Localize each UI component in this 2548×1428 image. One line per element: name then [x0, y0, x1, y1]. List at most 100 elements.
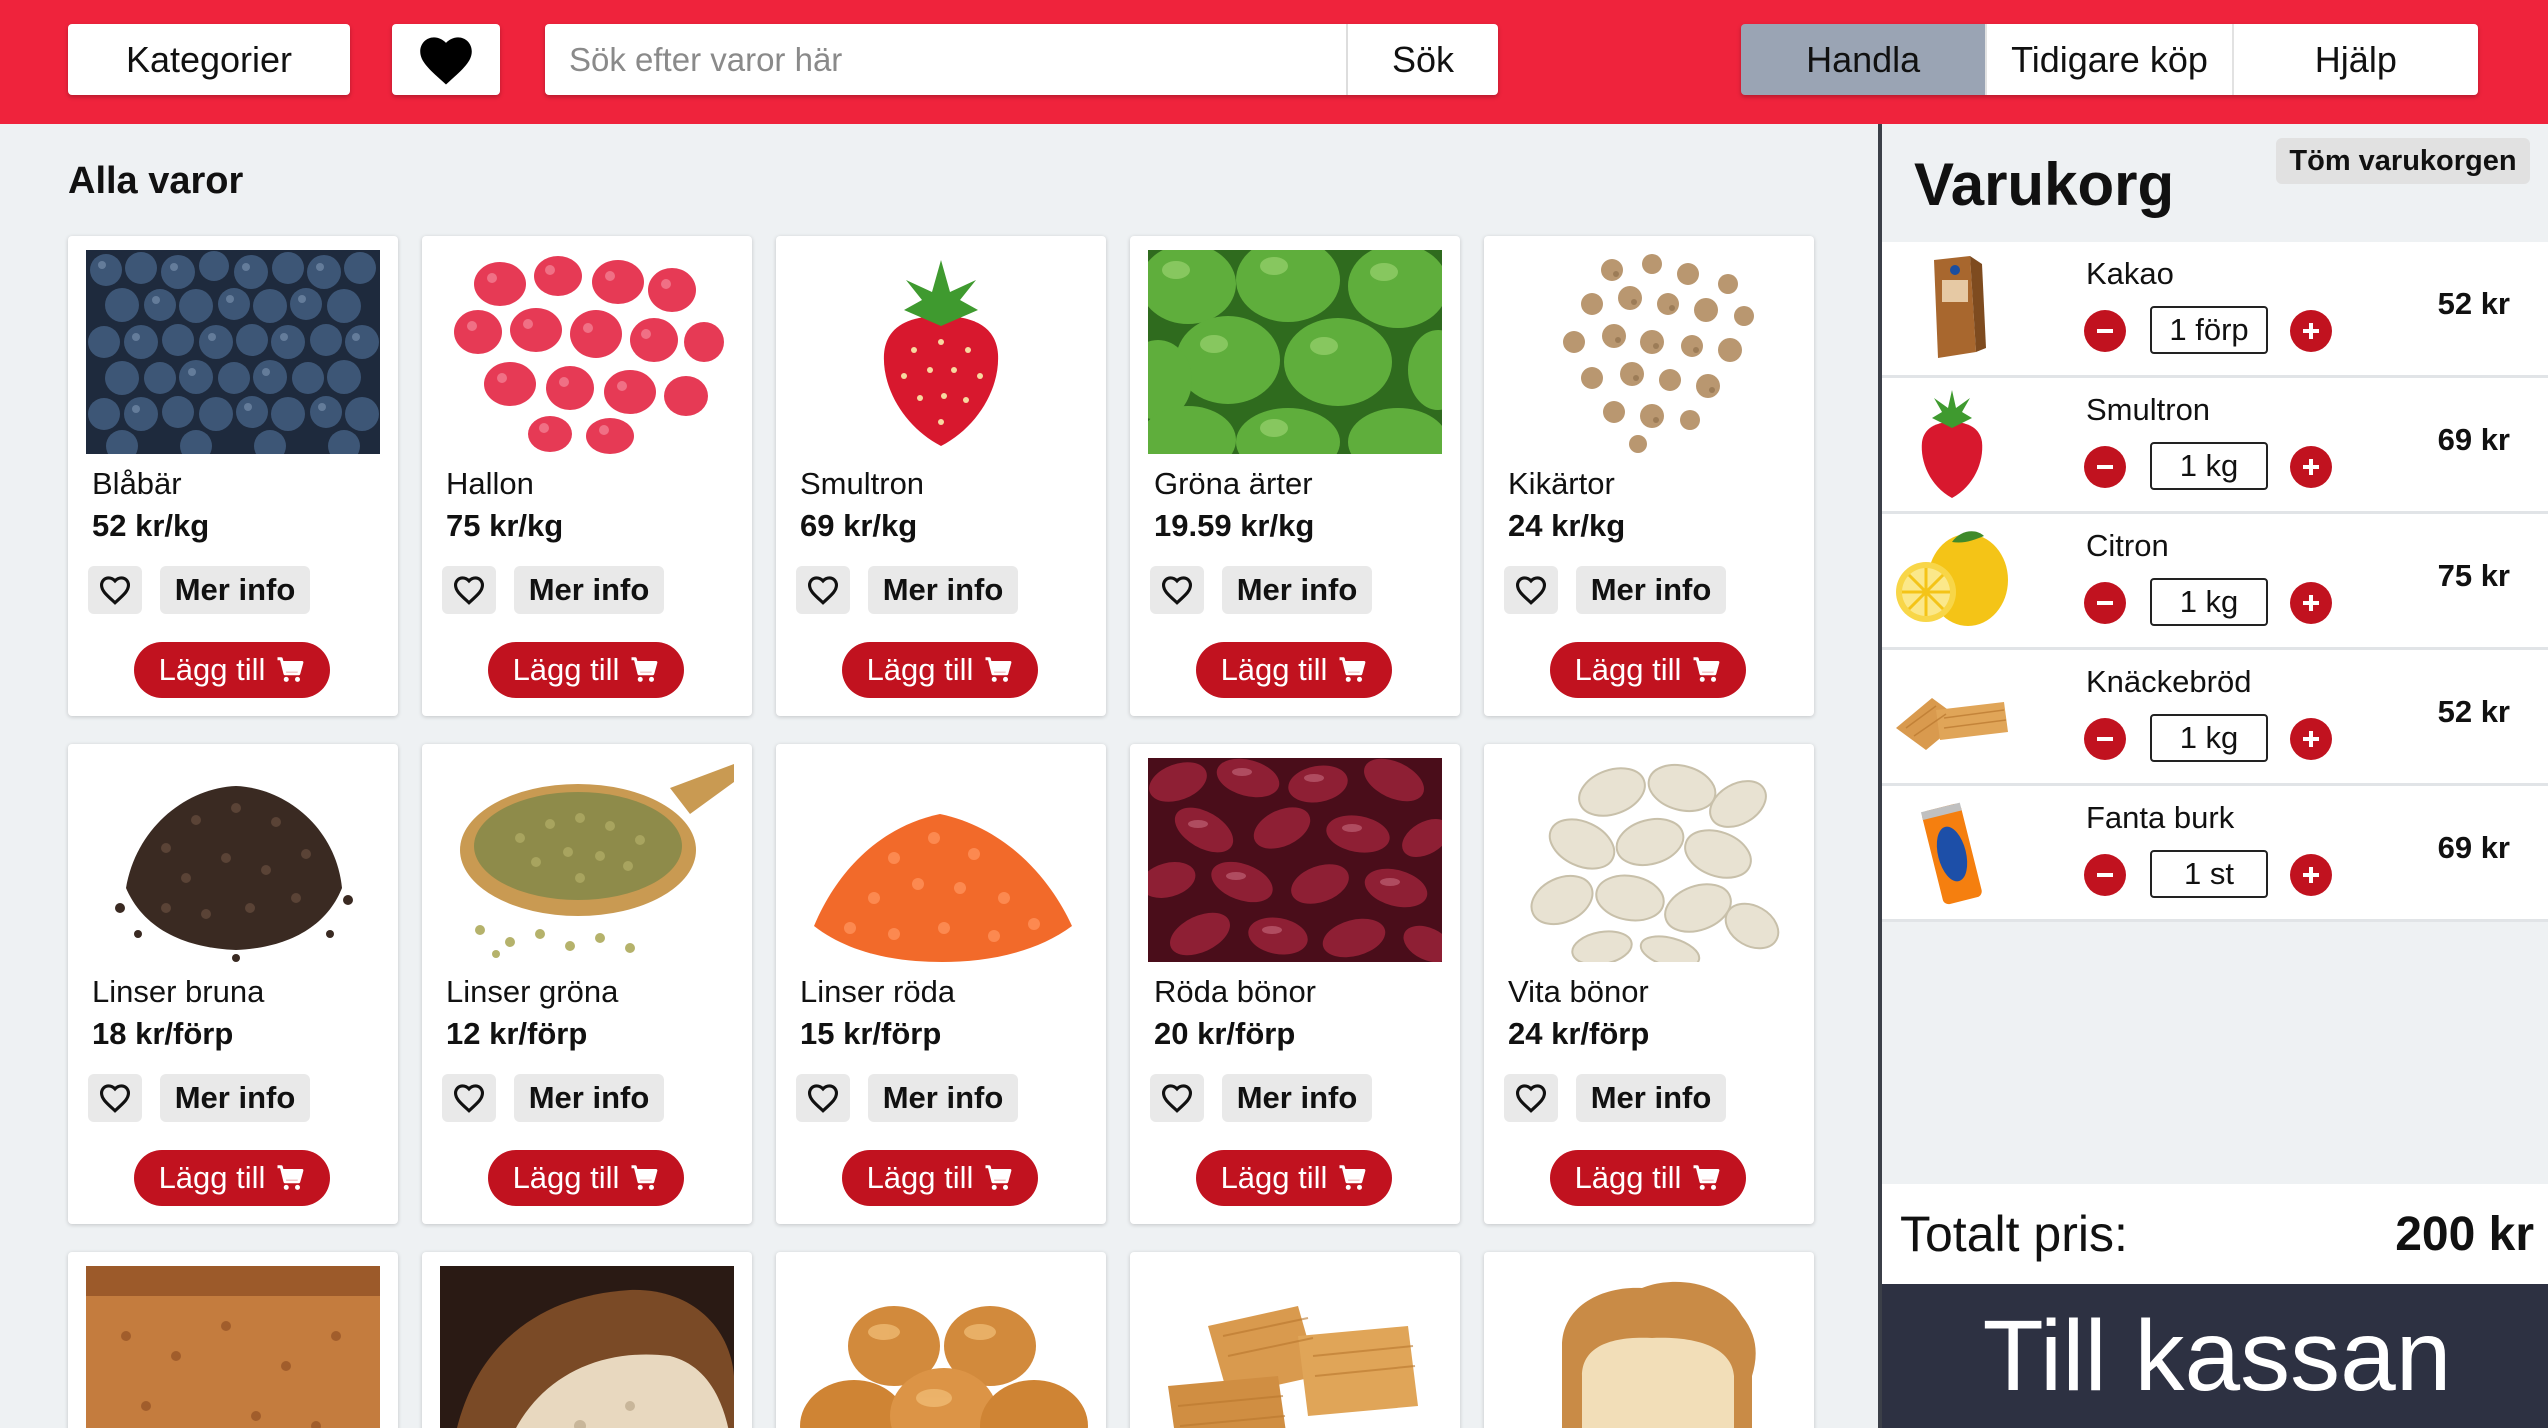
more-info-button[interactable]: Mer info [1576, 566, 1726, 614]
tab-label: Handla [1806, 38, 1921, 80]
product-card: Linser gröna 12 kr/förp Mer info Lägg ti… [422, 744, 752, 1224]
more-info-button[interactable]: Mer info [514, 566, 664, 614]
add-to-cart-button[interactable]: Lägg till [488, 642, 684, 698]
favorites-button[interactable] [392, 24, 500, 95]
product-name: Linser röda [800, 974, 956, 1009]
heart-outline-icon [807, 1084, 839, 1113]
search-button[interactable]: Sök [1346, 24, 1498, 95]
more-info-label: Mer info [528, 572, 650, 607]
add-to-cart-button[interactable]: Lägg till [134, 1150, 330, 1206]
quantity-field[interactable]: 1 kg [2150, 714, 2268, 762]
product-image-bread-rolls [794, 1266, 1088, 1428]
product-name: Gröna ärter [1154, 466, 1313, 501]
decrease-button[interactable] [2084, 310, 2126, 352]
more-info-label: Mer info [1590, 1080, 1712, 1115]
plus-icon [2303, 731, 2319, 747]
more-info-button[interactable]: Mer info [1576, 1074, 1726, 1122]
top-bar: Kategorier Sök Handla Tidigare köp Hjälp [0, 0, 2548, 124]
heart-outline-icon [1515, 1084, 1547, 1113]
product-name: Röda bönor [1154, 974, 1317, 1009]
increase-button[interactable] [2290, 718, 2332, 760]
search-bar: Sök [545, 24, 1498, 95]
product-price: 12 kr/förp [446, 1016, 588, 1051]
more-info-button[interactable]: Mer info [1222, 566, 1372, 614]
more-info-button[interactable]: Mer info [514, 1074, 664, 1122]
product-card [1130, 1252, 1460, 1428]
increase-button[interactable] [2290, 310, 2332, 352]
add-to-cart-label: Lägg till [158, 1160, 266, 1195]
cart-item-price: 69 kr [2437, 422, 2510, 457]
decrease-button[interactable] [2084, 446, 2126, 488]
favorite-button[interactable] [442, 1074, 496, 1122]
cart-item-image-wild-strawberry [1892, 386, 2012, 504]
product-image-kidney-beans [1148, 758, 1442, 962]
tab-hjalp[interactable]: Hjälp [2231, 24, 2478, 95]
tab-handla[interactable]: Handla [1741, 24, 1986, 95]
cart-item-name: Smultron [2086, 392, 2211, 427]
product-grid: Blåbär 52 kr/kg Mer info Lägg till Hallo… [68, 236, 1814, 1428]
more-info-label: Mer info [882, 572, 1004, 607]
cart-icon [277, 1165, 304, 1190]
add-to-cart-label: Lägg till [866, 652, 974, 687]
add-to-cart-button[interactable]: Lägg till [1550, 1150, 1746, 1206]
product-price: 18 kr/förp [92, 1016, 234, 1051]
add-to-cart-button[interactable]: Lägg till [134, 642, 330, 698]
minus-icon [2097, 873, 2113, 877]
empty-cart-button[interactable]: Töm varukorgen [2276, 138, 2530, 184]
product-name: Vita bönor [1508, 974, 1649, 1009]
heart-outline-icon [453, 1084, 485, 1113]
cart-item: Knäckebröd 1 kg 52 kr [1882, 650, 2548, 786]
increase-button[interactable] [2290, 582, 2332, 624]
product-price: 15 kr/förp [800, 1016, 942, 1051]
add-to-cart-button[interactable]: Lägg till [1196, 642, 1392, 698]
more-info-button[interactable]: Mer info [868, 1074, 1018, 1122]
search-input[interactable] [545, 24, 1346, 95]
cart-items: Kakao 1 förp 52 kr Smultron 1 kg 69 kr C… [1882, 242, 2548, 922]
plus-icon [2303, 323, 2319, 339]
cart-item-price: 69 kr [2437, 830, 2510, 865]
decrease-button[interactable] [2084, 854, 2126, 896]
checkout-button[interactable]: Till kassan [1882, 1284, 2548, 1428]
more-info-button[interactable]: Mer info [160, 566, 310, 614]
product-card [776, 1252, 1106, 1428]
increase-button[interactable] [2290, 854, 2332, 896]
heart-outline-icon [1515, 576, 1547, 605]
quantity-field[interactable]: 1 kg [2150, 442, 2268, 490]
add-to-cart-button[interactable]: Lägg till [1196, 1150, 1392, 1206]
decrease-button[interactable] [2084, 582, 2126, 624]
product-image-rye-bread [86, 1266, 380, 1428]
product-image-raspberries [440, 250, 734, 454]
tab-tidigare-kop[interactable]: Tidigare köp [1985, 24, 2232, 95]
quantity-field[interactable]: 1 st [2150, 850, 2268, 898]
minus-icon [2097, 465, 2113, 469]
favorite-button[interactable] [1150, 1074, 1204, 1122]
cart-item: Fanta burk 1 st 69 kr [1882, 786, 2548, 922]
more-info-button[interactable]: Mer info [160, 1074, 310, 1122]
add-to-cart-button[interactable]: Lägg till [1550, 642, 1746, 698]
product-name: Linser gröna [446, 974, 619, 1009]
favorite-button[interactable] [1504, 1074, 1558, 1122]
favorite-button[interactable] [442, 566, 496, 614]
quantity-field[interactable]: 1 förp [2150, 306, 2268, 354]
more-info-label: Mer info [1590, 572, 1712, 607]
quantity-field[interactable]: 1 kg [2150, 578, 2268, 626]
more-info-button[interactable]: Mer info [868, 566, 1018, 614]
favorite-button[interactable] [88, 1074, 142, 1122]
add-to-cart-button[interactable]: Lägg till [842, 642, 1038, 698]
product-name: Smultron [800, 466, 925, 501]
decrease-button[interactable] [2084, 718, 2126, 760]
product-price: 19.59 kr/kg [1154, 508, 1315, 543]
favorite-button[interactable] [1150, 566, 1204, 614]
add-to-cart-button[interactable]: Lägg till [488, 1150, 684, 1206]
more-info-button[interactable]: Mer info [1222, 1074, 1372, 1122]
favorite-button[interactable] [796, 1074, 850, 1122]
heart-outline-icon [1161, 1084, 1193, 1113]
product-image-white-beans [1502, 758, 1796, 962]
favorite-button[interactable] [796, 566, 850, 614]
categories-button[interactable]: Kategorier [68, 24, 350, 95]
add-to-cart-button[interactable]: Lägg till [842, 1150, 1038, 1206]
favorite-button[interactable] [88, 566, 142, 614]
increase-button[interactable] [2290, 446, 2332, 488]
favorite-button[interactable] [1504, 566, 1558, 614]
total-value: 200 kr [2395, 1207, 2534, 1261]
